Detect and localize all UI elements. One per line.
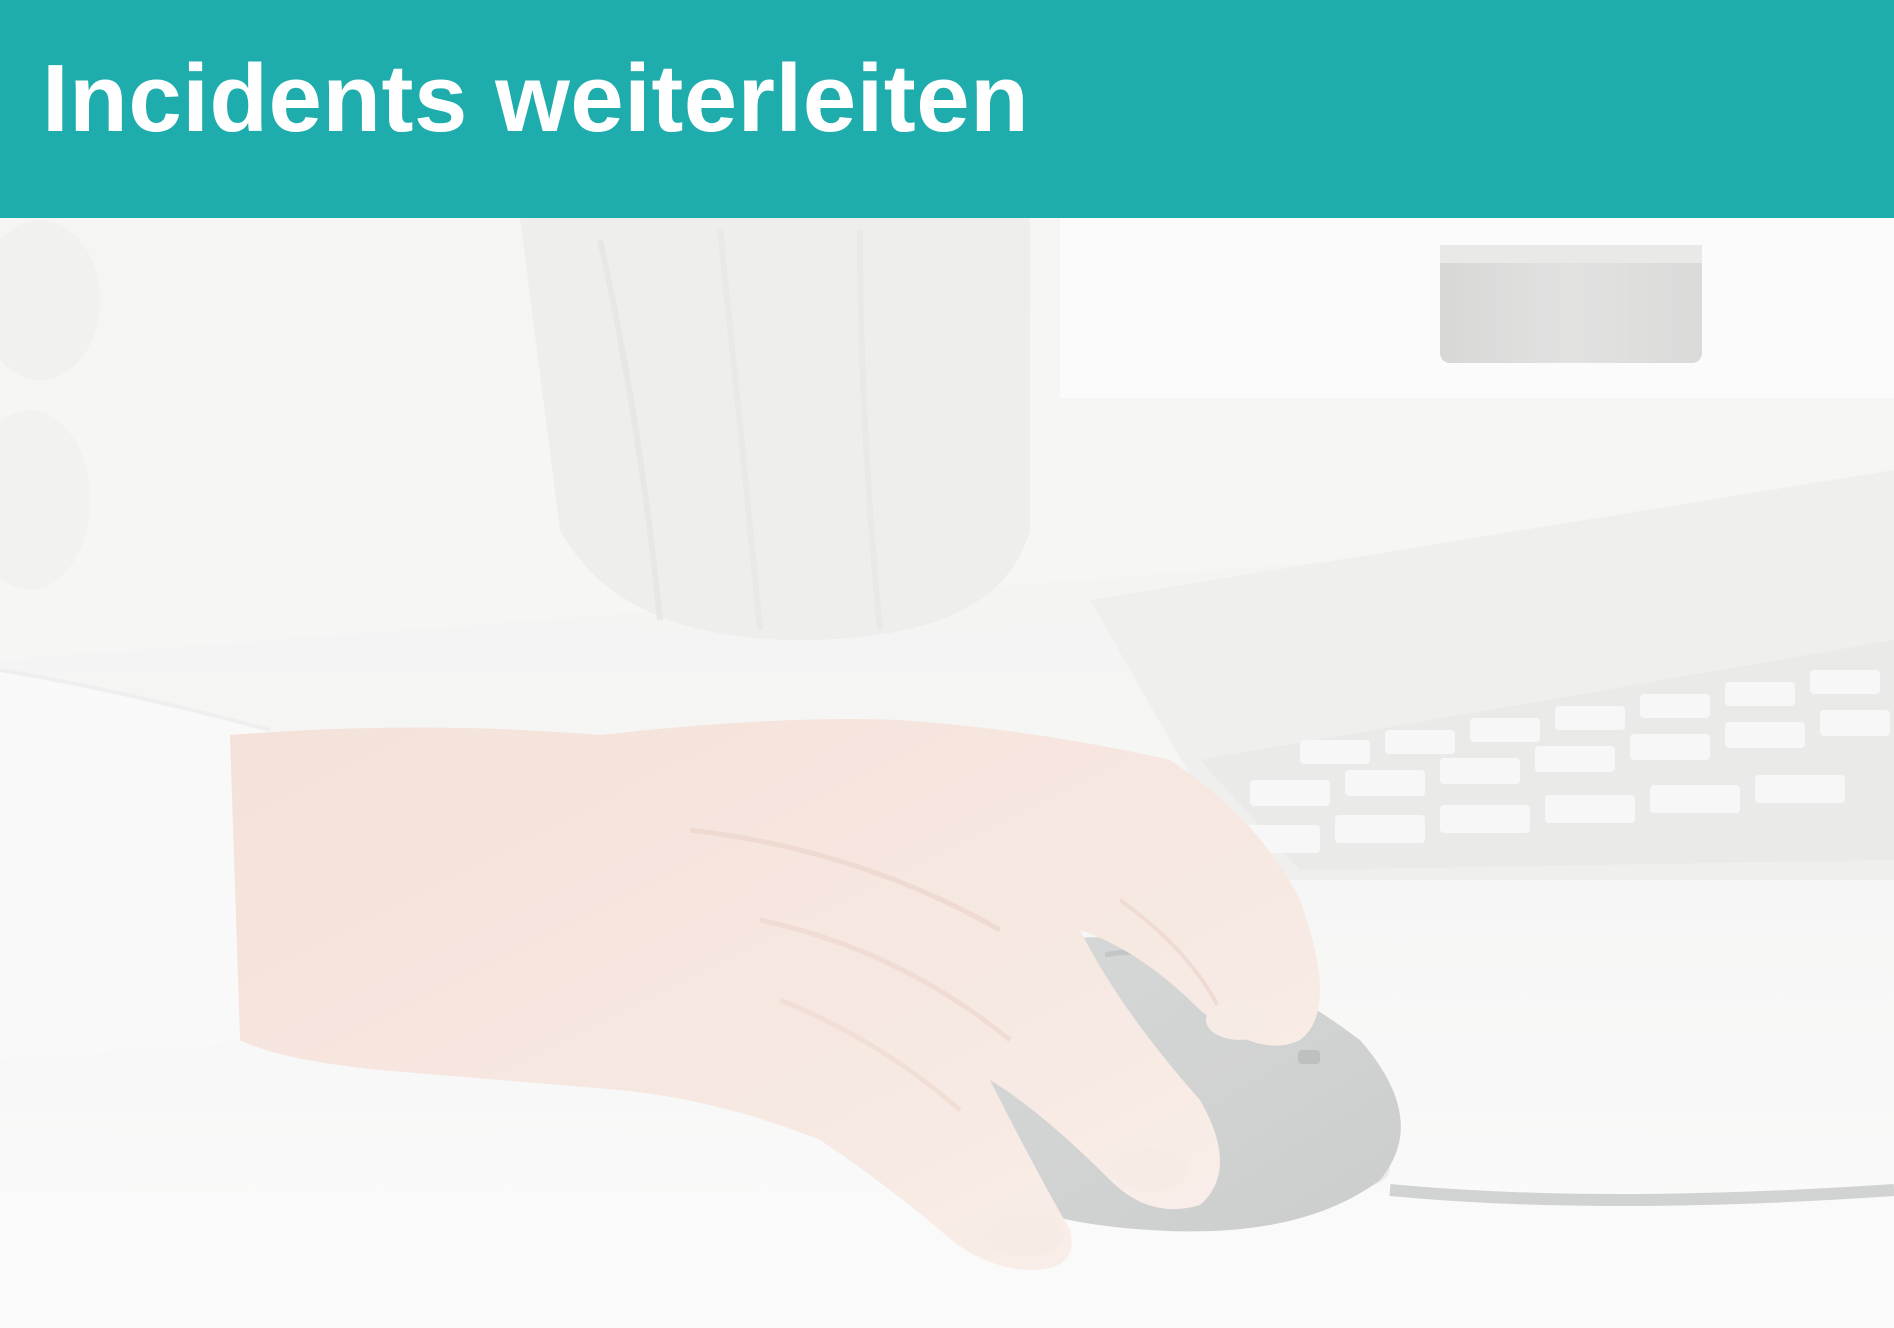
hero-illustration <box>0 218 1894 1328</box>
hero-photo <box>0 218 1894 1328</box>
page-title: Incidents weiterleiten <box>42 45 1030 152</box>
header-banner: Incidents weiterleiten <box>0 0 1894 218</box>
